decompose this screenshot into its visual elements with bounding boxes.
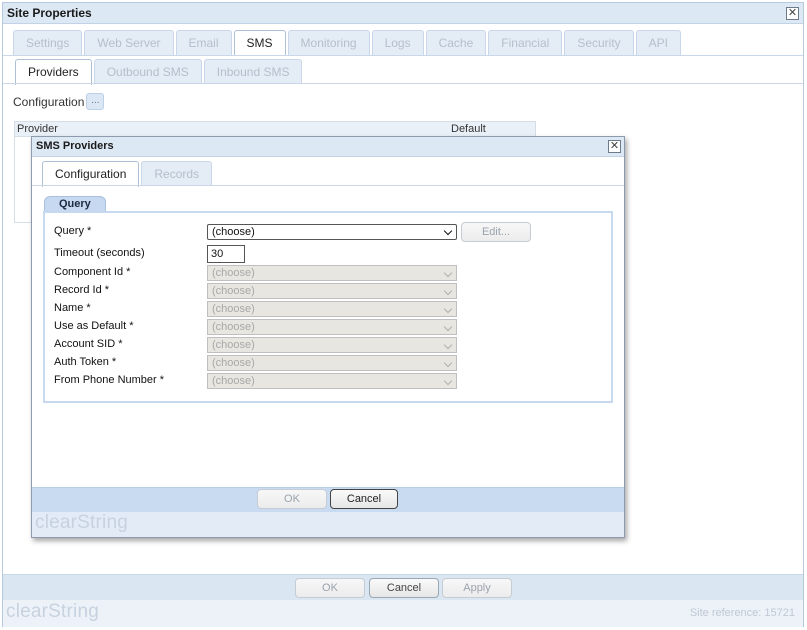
window-cancel-button[interactable]: Cancel (369, 578, 439, 598)
dialog-cancel-button[interactable]: Cancel (330, 489, 398, 509)
tab-web-server[interactable]: Web Server (84, 30, 174, 55)
dialog-title: SMS Providers (32, 137, 624, 157)
field-label: Name * (54, 302, 91, 314)
configuration-row: Configuration ... (13, 93, 105, 110)
field-label: Timeout (seconds) (54, 247, 145, 259)
select-value: (choose) (212, 321, 255, 333)
field-label: Use as Default * (54, 320, 134, 332)
query-select[interactable]: (choose) (207, 224, 457, 240)
query-group-title: Query (44, 196, 106, 211)
tab-divider (3, 55, 803, 56)
dialog-tabs: Configuration Records (42, 161, 214, 187)
grid-header: Provider Default (15, 122, 535, 137)
field-label: Query * (54, 225, 92, 237)
tab-logs[interactable]: Logs (371, 30, 424, 55)
window-brand-bar: clearString Site reference: 15721 (3, 600, 803, 627)
configuration-label: Configuration (13, 94, 85, 109)
from-phone-number-select[interactable]: (choose) (207, 373, 457, 389)
chevron-down-icon (443, 340, 453, 350)
field-query: Query * (choose) Edit... (54, 222, 534, 242)
field-component-id: Component Id * (choose) (54, 265, 464, 281)
sms-subtabs: Providers Outbound SMS Inbound SMS (15, 59, 304, 85)
dialog-tab-configuration[interactable]: Configuration (42, 161, 140, 187)
field-from-phone-number: From Phone Number * (choose) (54, 373, 464, 389)
tab-financial[interactable]: Financial (488, 30, 563, 55)
component-id-select[interactable]: (choose) (207, 265, 457, 281)
window-title: Site Properties (3, 3, 803, 24)
dialog-brand-logo: clearString (35, 512, 129, 533)
timeout-input[interactable]: 30 (207, 245, 245, 263)
chevron-down-icon (443, 226, 453, 236)
field-label: Auth Token * (54, 356, 117, 368)
use-as-default-select[interactable]: (choose) (207, 319, 457, 335)
name-select[interactable]: (choose) (207, 301, 457, 317)
chevron-down-icon (443, 304, 453, 314)
subtab-outbound-sms[interactable]: Outbound SMS (93, 59, 202, 84)
auth-token-select[interactable]: (choose) (207, 355, 457, 371)
field-label: From Phone Number * (54, 374, 165, 386)
chevron-down-icon (443, 286, 453, 296)
dialog-footer: OK Cancel (32, 487, 624, 512)
select-value: (choose) (212, 339, 255, 351)
dialog-close-icon[interactable]: ✕ (608, 140, 621, 153)
field-label: Component Id * (54, 266, 131, 278)
main-tabs: Settings Web Server Email SMS Monitoring… (13, 30, 683, 56)
window-ok-button[interactable]: OK (295, 578, 365, 598)
subtab-inbound-sms[interactable]: Inbound SMS (203, 59, 303, 84)
edit-query-button[interactable]: Edit... (461, 222, 531, 242)
window-apply-button[interactable]: Apply (442, 578, 512, 598)
select-value: (choose) (212, 303, 255, 315)
column-provider[interactable]: Provider (17, 123, 58, 135)
field-name: Name * (choose) (54, 301, 464, 317)
tab-email[interactable]: Email (175, 30, 232, 55)
select-value: (choose) (212, 357, 255, 369)
field-label: Account SID * (54, 338, 123, 350)
dialog-ok-button[interactable]: OK (257, 489, 327, 509)
dialog-tab-records[interactable]: Records (141, 161, 213, 186)
window-close-icon[interactable]: ✕ (786, 7, 799, 20)
dialog-tab-divider (32, 185, 624, 186)
tab-security[interactable]: Security (564, 30, 634, 55)
tab-sms[interactable]: SMS (233, 30, 286, 56)
chevron-down-icon (443, 322, 453, 332)
chevron-down-icon (443, 268, 453, 278)
record-id-select[interactable]: (choose) (207, 283, 457, 299)
brand-logo: clearString (6, 601, 100, 622)
field-label: Record Id * (54, 284, 110, 296)
window-footer: OK Cancel Apply (3, 574, 803, 600)
tab-cache[interactable]: Cache (425, 30, 487, 55)
select-value: (choose) (212, 285, 255, 297)
chevron-down-icon (443, 376, 453, 386)
select-value: (choose) (212, 375, 255, 387)
field-auth-token: Auth Token * (choose) (54, 355, 464, 371)
field-record-id: Record Id * (choose) (54, 283, 464, 299)
subtab-divider (3, 83, 803, 84)
tab-settings[interactable]: Settings (13, 30, 83, 55)
dialog-brand-bar: clearString (32, 512, 624, 537)
configuration-more-button[interactable]: ... (86, 93, 105, 110)
query-select-value: (choose) (212, 226, 255, 238)
tab-api[interactable]: API (635, 30, 682, 55)
tab-monitoring[interactable]: Monitoring (287, 30, 370, 55)
account-sid-select[interactable]: (choose) (207, 337, 457, 353)
field-timeout: Timeout (seconds) 30 (54, 245, 314, 263)
column-default[interactable]: Default (451, 123, 486, 135)
subtab-providers[interactable]: Providers (15, 59, 92, 85)
field-use-as-default: Use as Default * (choose) (54, 319, 464, 335)
chevron-down-icon (443, 358, 453, 368)
field-account-sid: Account SID * (choose) (54, 337, 464, 353)
sms-providers-dialog: SMS Providers ✕ Configuration Records Qu… (31, 136, 625, 538)
select-value: (choose) (212, 267, 255, 279)
site-reference: Site reference: 15721 (689, 607, 795, 619)
